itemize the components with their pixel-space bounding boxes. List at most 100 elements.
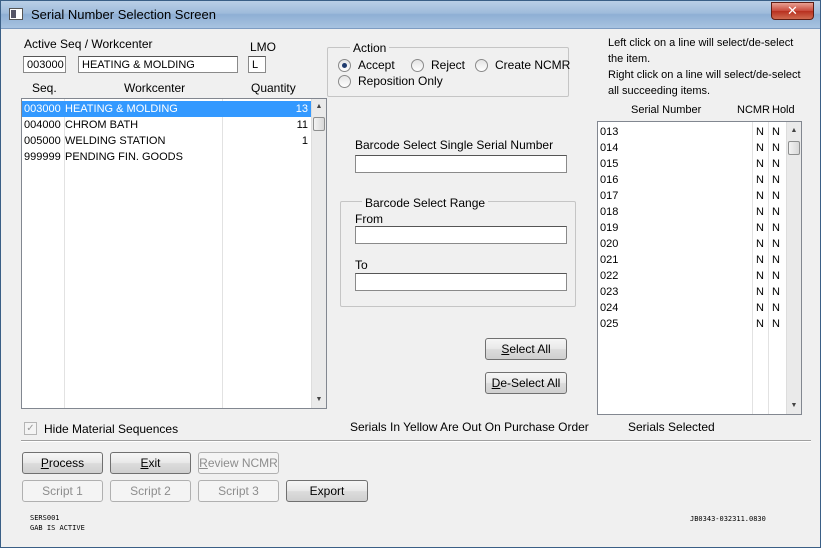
- seq-cell: 005000: [24, 135, 61, 147]
- export-button[interactable]: Export: [286, 480, 368, 502]
- serial-row[interactable]: 014 N N: [598, 140, 786, 156]
- script-3-button[interactable]: Script 3: [198, 480, 279, 502]
- script-1-button[interactable]: Script 1: [22, 480, 103, 502]
- serial-list[interactable]: 013 N N 014 N N 015 N N 016 N N 017 N N 018 N N 019 N N 020 N N…: [597, 121, 802, 415]
- create-ncmr-radio-label[interactable]: Create NCMR: [495, 58, 570, 72]
- reposition-only-radio[interactable]: [338, 75, 351, 88]
- seq-row[interactable]: 004000 CHROM BATH 11: [22, 117, 311, 133]
- barcode-range-title: Barcode Select Range: [362, 196, 489, 210]
- serial-row[interactable]: 017 N N: [598, 188, 786, 204]
- serial-row[interactable]: 016 N N: [598, 172, 786, 188]
- hold-cell: N: [772, 238, 780, 250]
- serial-number-cell: 015: [600, 158, 619, 170]
- scroll-down-arrow-icon[interactable]: ▼: [312, 393, 326, 407]
- app-window-icon: [9, 8, 23, 20]
- hold-cell: N: [772, 222, 780, 234]
- process-button[interactable]: Process: [22, 452, 103, 474]
- workcenter-cell: WELDING STATION: [65, 135, 166, 147]
- lmo-label: LMO: [250, 40, 277, 54]
- ncmr-cell: N: [756, 206, 764, 218]
- hold-cell: N: [772, 174, 780, 186]
- script-2-button[interactable]: Script 2: [110, 480, 191, 502]
- active-workcenter-field: HEATING & MOLDING: [78, 56, 238, 73]
- workcenter-column-header[interactable]: Workcenter: [124, 81, 185, 95]
- deselect-all-accel: D: [491, 376, 501, 390]
- quantity-cell: 11: [296, 119, 308, 131]
- scroll-thumb[interactable]: [313, 117, 325, 131]
- review-ncmr-label: eview NCMR: [207, 456, 278, 470]
- exit-label: xit: [148, 456, 161, 470]
- exit-accel: E: [140, 456, 149, 470]
- quantity-column-header[interactable]: Quantity: [251, 81, 296, 95]
- title-bar[interactable]: Serial Number Selection Screen ✕: [1, 1, 820, 29]
- hold-cell: N: [772, 158, 780, 170]
- serial-number-cell: 021: [600, 254, 619, 266]
- serial-number-cell: 014: [600, 142, 619, 154]
- range-to-input[interactable]: [355, 273, 567, 291]
- program-id: SERS001: [30, 514, 60, 522]
- seq-row[interactable]: 003000 HEATING & MOLDING 13: [22, 101, 311, 117]
- ncmr-cell: N: [756, 222, 764, 234]
- serial-number-cell: 025: [600, 318, 619, 330]
- accept-radio[interactable]: [338, 59, 351, 72]
- close-button[interactable]: ✕: [771, 2, 814, 20]
- range-from-input[interactable]: [355, 226, 567, 244]
- serial-row[interactable]: 020 N N: [598, 236, 786, 252]
- hide-material-checkbox[interactable]: ✓: [24, 422, 37, 435]
- serial-row[interactable]: 023 N N: [598, 284, 786, 300]
- review-ncmr-button[interactable]: Review NCMR: [198, 452, 279, 474]
- ncmr-cell: N: [756, 158, 764, 170]
- serial-row[interactable]: 021 N N: [598, 252, 786, 268]
- accept-radio-label[interactable]: Accept: [358, 58, 395, 72]
- hold-column-header[interactable]: Hold: [772, 104, 795, 116]
- ncmr-cell: N: [756, 270, 764, 282]
- barcode-single-input[interactable]: [355, 155, 567, 173]
- scroll-up-arrow-icon[interactable]: ▲: [787, 124, 801, 138]
- left-click-instruction: Left click on a line will select/de-sele…: [608, 37, 794, 65]
- active-seq-label: Active Seq / Workcenter: [24, 37, 153, 51]
- footer-separator: [21, 440, 811, 442]
- seq-row[interactable]: 999999 PENDING FIN. GOODS: [22, 149, 311, 165]
- hold-cell: N: [772, 302, 780, 314]
- action-group-title: Action: [350, 41, 390, 55]
- scroll-up-arrow-icon[interactable]: ▲: [312, 100, 326, 114]
- seq-list-scrollbar[interactable]: ▲ ▼: [311, 99, 326, 408]
- seq-row[interactable]: 005000 WELDING STATION 1: [22, 133, 311, 149]
- serial-row[interactable]: 015 N N: [598, 156, 786, 172]
- select-all-button[interactable]: Select All: [485, 338, 567, 360]
- exit-button[interactable]: Exit: [110, 452, 191, 474]
- window-title: Serial Number Selection Screen: [31, 7, 216, 22]
- workcenter-cell: PENDING FIN. GOODS: [65, 151, 183, 163]
- serial-row[interactable]: 022 N N: [598, 268, 786, 284]
- hold-cell: N: [772, 254, 780, 266]
- ncmr-cell: N: [756, 286, 764, 298]
- seq-column-header[interactable]: Seq.: [32, 81, 57, 95]
- serial-number-cell: 024: [600, 302, 619, 314]
- reject-radio[interactable]: [411, 59, 424, 72]
- active-seq-field: 003000: [23, 56, 66, 73]
- range-to-label: To: [355, 258, 368, 272]
- scroll-down-arrow-icon[interactable]: ▼: [787, 399, 801, 413]
- serial-row[interactable]: 018 N N: [598, 204, 786, 220]
- hide-material-label[interactable]: Hide Material Sequences: [44, 422, 178, 436]
- serial-row[interactable]: 019 N N: [598, 220, 786, 236]
- ncmr-cell: N: [756, 142, 764, 154]
- process-label: rocess: [48, 456, 85, 470]
- create-ncmr-radio[interactable]: [475, 59, 488, 72]
- hold-cell: N: [772, 318, 780, 330]
- serial-row[interactable]: 025 N N: [598, 316, 786, 332]
- ncmr-column-header[interactable]: NCMR: [737, 104, 770, 116]
- serial-number-column-header[interactable]: Serial Number: [631, 104, 701, 116]
- serial-row[interactable]: 024 N N: [598, 300, 786, 316]
- serial-list-scrollbar[interactable]: ▲ ▼: [786, 122, 801, 414]
- scroll-thumb[interactable]: [788, 141, 800, 155]
- reposition-only-radio-label[interactable]: Reposition Only: [358, 74, 443, 88]
- workcenter-cell: CHROM BATH: [65, 119, 139, 131]
- seq-cell: 004000: [24, 119, 61, 131]
- deselect-all-button[interactable]: De-Select All: [485, 372, 567, 394]
- serial-number-cell: 013: [600, 126, 619, 138]
- quantity-cell: 1: [301, 135, 308, 147]
- serial-row[interactable]: 013 N N: [598, 124, 786, 140]
- reject-radio-label[interactable]: Reject: [431, 58, 465, 72]
- seq-list[interactable]: 003000 HEATING & MOLDING 13 004000 CHROM…: [21, 98, 327, 409]
